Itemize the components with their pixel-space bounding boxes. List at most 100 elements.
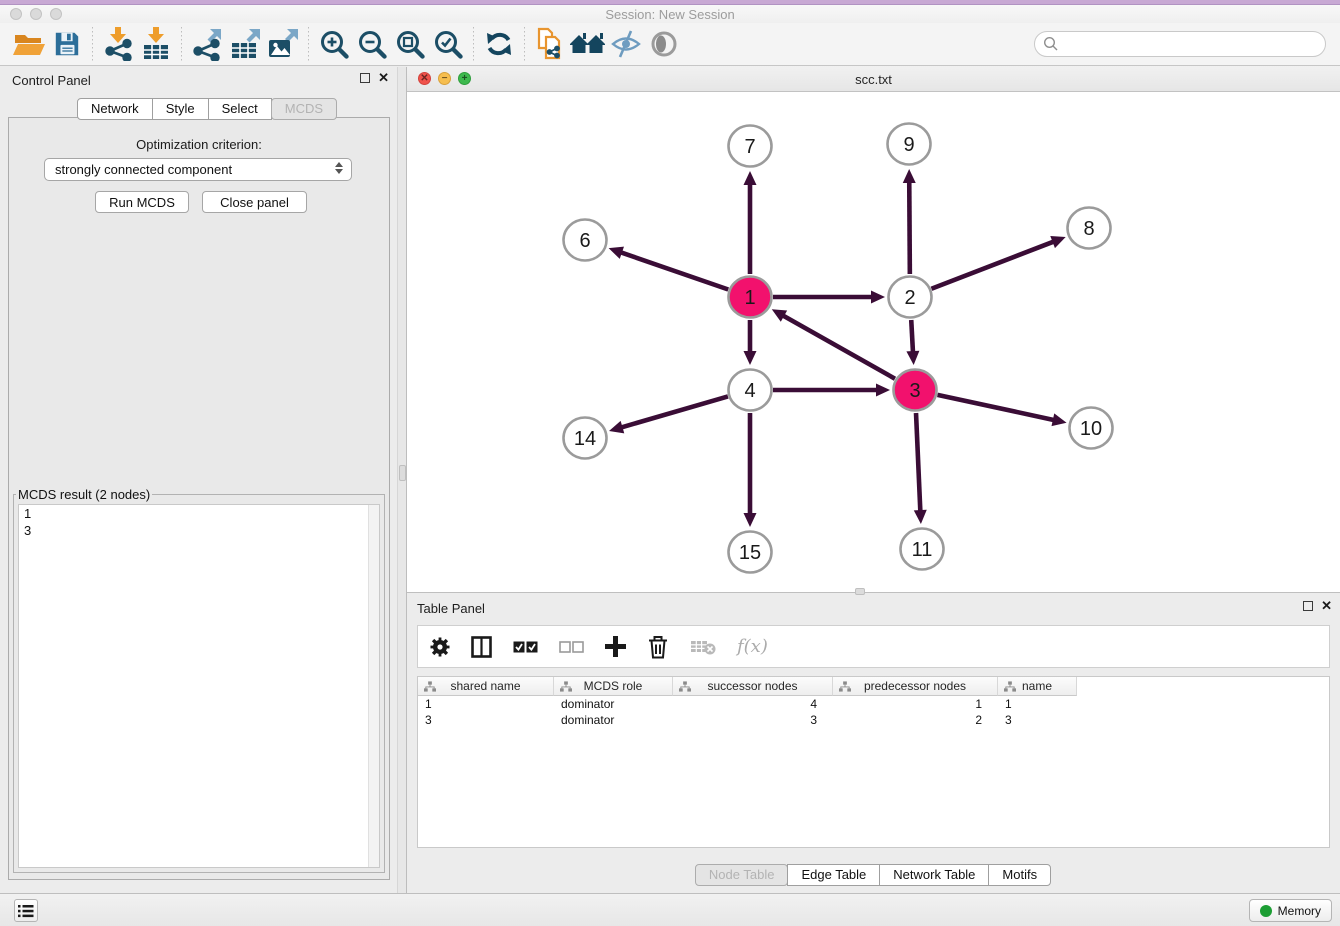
graph-edge-2-3[interactable] — [911, 320, 913, 353]
tab-select[interactable]: Select — [208, 98, 272, 120]
table-cell[interactable]: 1 — [998, 696, 1077, 712]
search-icon — [1043, 36, 1059, 52]
graph-node-6[interactable]: 6 — [564, 220, 607, 261]
zoom-in-icon[interactable] — [315, 25, 353, 63]
graph-node-label: 9 — [903, 134, 914, 156]
toolbar-separator — [473, 27, 474, 61]
float-table-panel-icon[interactable] — [1303, 601, 1313, 611]
graph-node-10[interactable]: 10 — [1070, 408, 1113, 449]
new-network-from-selection-icon[interactable] — [531, 25, 569, 63]
column-header-MCDS-role[interactable]: MCDS role — [554, 677, 673, 696]
graph-node-9[interactable]: 9 — [888, 124, 931, 165]
graph-node-7[interactable]: 7 — [729, 126, 772, 167]
table-cell[interactable]: 1 — [418, 696, 554, 712]
hide-selected-icon[interactable] — [607, 25, 645, 63]
horizontal-divider-grip[interactable] — [855, 588, 865, 595]
column-header-label: predecessor nodes — [864, 679, 966, 693]
show-all-icon[interactable] — [645, 25, 683, 63]
hide-columns-icon[interactable] — [559, 641, 584, 653]
node-table: shared name MCDS rolesuccessor nodes prede… — [417, 676, 1330, 848]
table-row[interactable]: 1dominator411 — [418, 696, 1329, 712]
graph-edge-3-1[interactable] — [782, 315, 895, 379]
float-panel-icon[interactable] — [360, 73, 370, 83]
close-panel-button[interactable]: Close panel — [202, 191, 307, 213]
refresh-icon[interactable] — [480, 25, 518, 63]
column-header-predecessor-nodes[interactable]: predecessor nodes — [833, 677, 998, 696]
table-panel-tabs: Node TableEdge TableNetwork TableMotifs — [407, 864, 1340, 886]
first-neighbors-icon[interactable] — [569, 25, 607, 63]
task-history-button[interactable] — [14, 899, 38, 922]
panel-divider[interactable] — [397, 67, 407, 893]
graph-edge-3-10[interactable] — [937, 395, 1054, 420]
export-network-icon[interactable] — [188, 25, 226, 63]
export-image-icon[interactable] — [264, 25, 302, 63]
delete-table-icon[interactable] — [690, 639, 716, 655]
graph-node-3[interactable]: 3 — [894, 370, 937, 411]
graph-edge-1-6[interactable] — [620, 252, 728, 289]
import-table-icon[interactable] — [137, 25, 175, 63]
graph-edge-3-11[interactable] — [916, 413, 920, 512]
graph-node-14[interactable]: 14 — [564, 418, 607, 459]
tab-network[interactable]: Network — [77, 98, 153, 120]
table-cell[interactable]: 2 — [833, 712, 998, 728]
graph-edge-4-14[interactable] — [621, 396, 728, 427]
tab-edge-table[interactable]: Edge Table — [787, 864, 880, 886]
close-table-panel-icon[interactable]: ✕ — [1321, 601, 1332, 611]
network-window-title: scc.txt — [407, 72, 1340, 87]
table-settings-gear-icon[interactable] — [430, 637, 450, 657]
table-toolbar: f(x) — [417, 625, 1330, 668]
table-cell[interactable]: 3 — [998, 712, 1077, 728]
tab-node-table[interactable]: Node Table — [695, 864, 789, 886]
graph-node-2[interactable]: 2 — [889, 277, 932, 318]
save-session-icon[interactable] — [48, 25, 86, 63]
open-session-icon[interactable] — [10, 25, 48, 63]
zoom-out-icon[interactable] — [353, 25, 391, 63]
tab-mcds[interactable]: MCDS — [271, 98, 337, 120]
column-header-label: shared name — [450, 679, 520, 693]
search-input[interactable] — [1034, 31, 1326, 57]
column-header-shared-name[interactable]: shared name — [418, 677, 554, 696]
export-table-icon[interactable] — [226, 25, 264, 63]
function-builder-icon[interactable]: f(x) — [737, 636, 768, 657]
network-graph[interactable]: 1 2 3 4 6 7 8 9 10 11 14 15 — [407, 92, 1340, 593]
import-network-icon[interactable] — [99, 25, 137, 63]
column-header-name[interactable]: name — [998, 677, 1077, 696]
table-cell[interactable]: 1 — [833, 696, 998, 712]
toolbar-separator — [308, 27, 309, 61]
zoom-selected-icon[interactable] — [429, 25, 467, 63]
divider-grip[interactable] — [399, 465, 406, 481]
memory-button-label: Memory — [1278, 904, 1321, 918]
table-cell[interactable]: dominator — [554, 712, 673, 728]
mcds-result-list[interactable]: 13 — [18, 504, 380, 868]
graph-node-15[interactable]: 15 — [729, 532, 772, 573]
zoom-fit-content-icon[interactable] — [391, 25, 429, 63]
graph-node-label: 1 — [744, 287, 755, 309]
show-columns-icon[interactable] — [513, 641, 538, 653]
tab-network-table[interactable]: Network Table — [879, 864, 989, 886]
table-cell[interactable]: dominator — [554, 696, 673, 712]
delete-column-icon[interactable] — [647, 635, 669, 659]
table-row[interactable]: 3dominator323 — [418, 712, 1329, 728]
run-mcds-button[interactable]: Run MCDS — [95, 191, 189, 213]
graph-node-1[interactable]: 1 — [729, 277, 772, 318]
split-columns-icon[interactable] — [471, 636, 492, 658]
column-header-successor-nodes[interactable]: successor nodes — [673, 677, 833, 696]
graph-node-8[interactable]: 8 — [1068, 208, 1111, 249]
table-cell[interactable]: 3 — [418, 712, 554, 728]
graph-edge-2-8[interactable] — [931, 241, 1054, 288]
add-column-icon[interactable] — [605, 636, 626, 657]
mcds-result-scrollbar[interactable] — [368, 505, 379, 867]
graph-node-4[interactable]: 4 — [729, 370, 772, 411]
graph-edge-2-9[interactable] — [909, 181, 910, 274]
memory-button[interactable]: Memory — [1249, 899, 1332, 922]
tab-style[interactable]: Style — [152, 98, 209, 120]
graph-node-11[interactable]: 11 — [901, 529, 944, 570]
graph-edge-arrowhead — [609, 421, 624, 433]
close-panel-icon[interactable]: ✕ — [378, 73, 389, 83]
table-cell[interactable]: 3 — [673, 712, 833, 728]
table-cell[interactable]: 4 — [673, 696, 833, 712]
criterion-dropdown[interactable]: strongly connected component — [44, 158, 352, 181]
graph-edge-arrowhead — [609, 247, 624, 259]
tab-motifs[interactable]: Motifs — [988, 864, 1051, 886]
control-panel: Control Panel ✕ NetworkStyleSelectMCDS O… — [0, 67, 397, 893]
